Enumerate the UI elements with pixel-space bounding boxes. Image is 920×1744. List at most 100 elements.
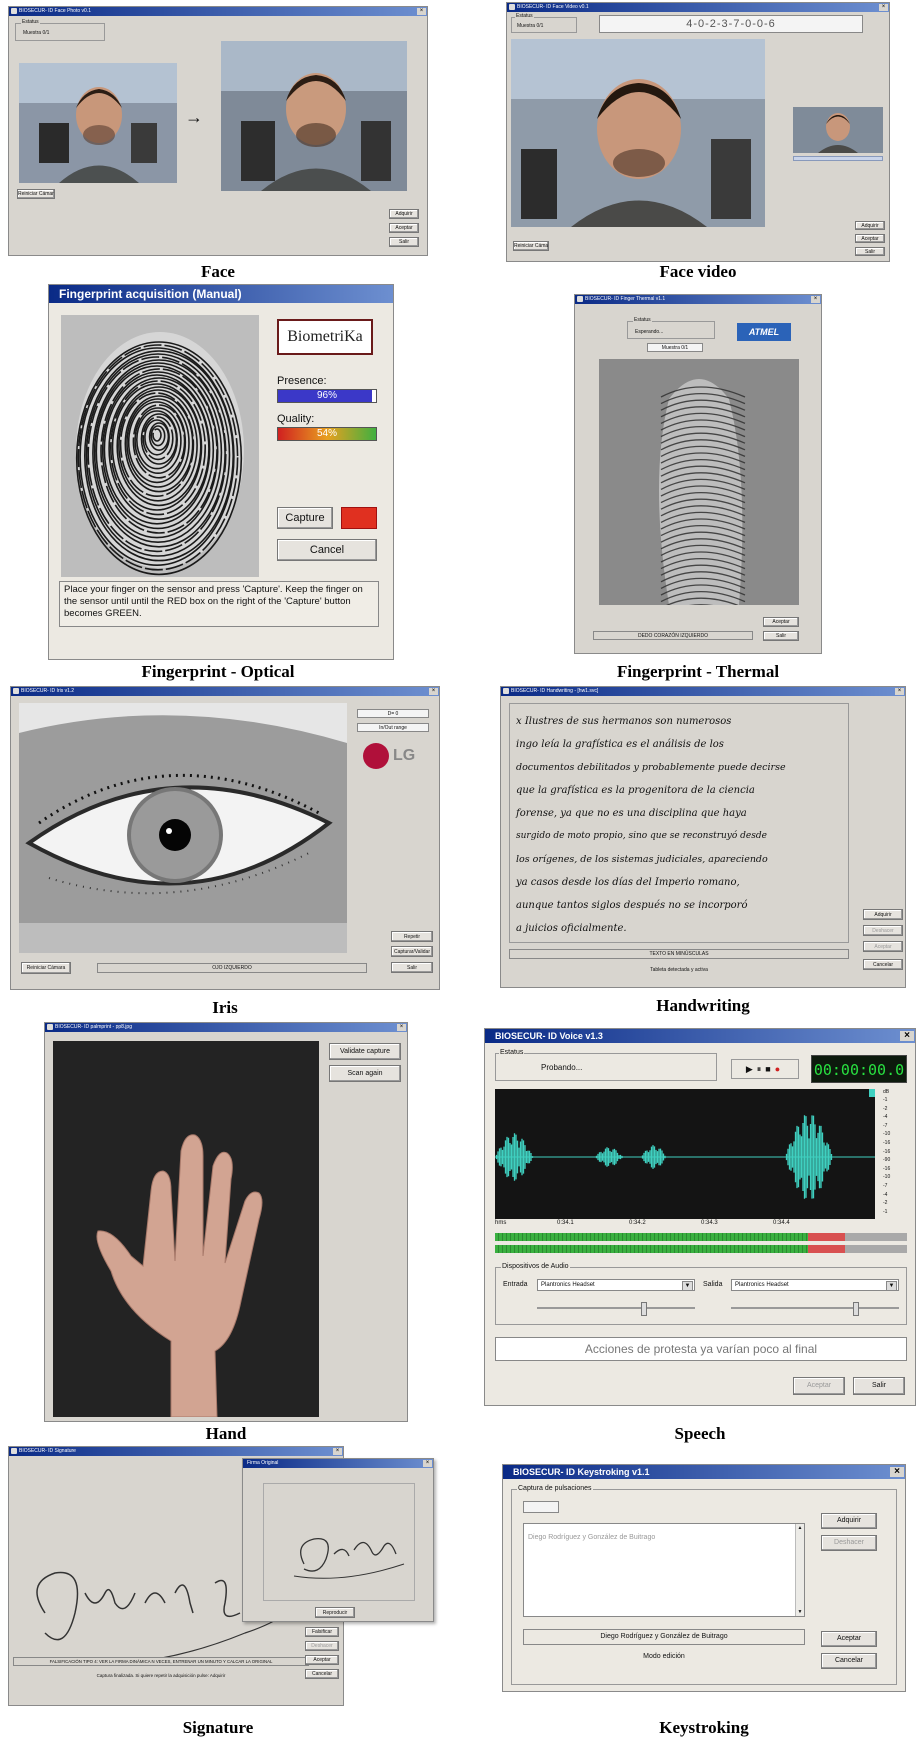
capture-status: Captura finalizada. Si quiere repetir la… xyxy=(96,1673,226,1678)
handwriting-panel: BIOSECUR- ID Handwriting - [hw1.svc] × x … xyxy=(500,686,906,988)
input-label: Entrada xyxy=(503,1281,528,1288)
close-icon[interactable]: × xyxy=(397,1024,406,1031)
db-tick-label: -10 xyxy=(883,1174,891,1181)
popup-titlebar: Firma Original × xyxy=(243,1459,433,1468)
window-title: BIOSECUR- ID Iris v1.2 xyxy=(21,688,75,694)
exit-button[interactable]: Salir xyxy=(389,237,419,247)
close-icon[interactable]: × xyxy=(811,296,820,303)
capture-button[interactable]: Capture xyxy=(277,507,333,529)
signature-panel: BIOSECUR- ID Signature × FALSIFICACIÓN TI… xyxy=(8,1446,438,1708)
handwriting-line: los orígenes, de los sistemas judiciales… xyxy=(516,854,768,865)
undo-button[interactable]: Deshacer xyxy=(305,1641,339,1651)
iris-window: BIOSECUR- ID Iris v1.2 × D= 0 In/Out rang… xyxy=(10,686,440,990)
scroll-down-icon[interactable]: ▼ xyxy=(796,1608,804,1616)
cancel-button[interactable]: Cancelar xyxy=(821,1653,877,1669)
exit-button[interactable]: Salir xyxy=(855,247,885,256)
close-icon[interactable]: × xyxy=(890,1467,904,1477)
close-icon[interactable]: × xyxy=(333,1448,342,1455)
close-icon[interactable]: × xyxy=(900,1031,914,1041)
close-icon[interactable]: × xyxy=(879,4,888,11)
cancel-button[interactable]: Cancel xyxy=(277,539,377,561)
undo-button[interactable]: Deshacer xyxy=(863,925,903,936)
quality-bar: 54% xyxy=(277,427,377,441)
hand-titlebar: BIOSECUR- ID palmprint - pp8.jpg × xyxy=(45,1023,407,1032)
acquire-button[interactable]: Adquirir xyxy=(863,909,903,920)
writing-area[interactable]: x Ilustres de sus hermanos son numerosos… xyxy=(509,703,849,943)
close-icon[interactable]: × xyxy=(423,1460,432,1467)
output-volume-slider[interactable] xyxy=(731,1302,899,1316)
thermal-fingerprint-image xyxy=(599,359,799,605)
restart-camera-button[interactable]: Reiniciar Cámara xyxy=(17,189,55,199)
app-icon xyxy=(577,296,583,302)
acquire-button[interactable]: Adquirir xyxy=(821,1513,877,1529)
app-icon xyxy=(503,688,509,694)
fp-optical-panel: Fingerprint acquisition (Manual) Biometr… xyxy=(48,284,394,660)
status-value: Muestra 0/1 xyxy=(517,23,544,29)
time-tick-label: 0:34.1 xyxy=(557,1220,574,1226)
slider-thumb[interactable] xyxy=(853,1302,859,1316)
exit-button[interactable]: Salir xyxy=(763,631,799,641)
caption-signature: Signature xyxy=(182,1718,254,1737)
signature-titlebar: BIOSECUR- ID Signature × xyxy=(9,1447,343,1456)
close-icon[interactable]: × xyxy=(895,688,904,695)
restart-camera-button[interactable]: Reiniciar Cámara xyxy=(513,241,549,251)
replay-button[interactable]: Reproducir xyxy=(315,1607,355,1618)
window-title: BIOSECUR- ID Face Photo v0.1 xyxy=(19,8,91,14)
handwriting-line: que la grafística es la progenitora de l… xyxy=(516,785,755,796)
app-icon xyxy=(47,1024,53,1030)
input-device-select[interactable]: Plantronics Headset ▼ xyxy=(537,1279,695,1291)
repeat-button[interactable]: Repetir xyxy=(391,931,433,942)
accept-button[interactable]: Aceptar xyxy=(305,1655,339,1665)
meter-red-fill xyxy=(808,1233,846,1241)
app-icon xyxy=(509,4,515,10)
slider-thumb[interactable] xyxy=(641,1302,647,1316)
chevron-down-icon[interactable]: ▼ xyxy=(886,1281,897,1290)
scan-again-button[interactable]: Scan again xyxy=(329,1065,401,1082)
forge-button[interactable]: Falsificar xyxy=(305,1627,339,1637)
capture-validate-button[interactable]: Capturar/Validar xyxy=(391,946,433,957)
typed-text-area[interactable]: Diego Rodríguez y González de Buitrago ▲… xyxy=(523,1523,805,1617)
time-tick-label: 0:34.4 xyxy=(773,1220,790,1226)
exit-button[interactable]: Salir xyxy=(391,962,433,973)
pause-icon[interactable]: ⏸ xyxy=(757,1064,766,1074)
acquire-button[interactable]: Adquirir xyxy=(855,221,885,230)
play-icon[interactable]: ▶ xyxy=(746,1064,757,1074)
caption-face-video: Face video xyxy=(659,262,737,281)
output-label: Salida xyxy=(703,1281,723,1288)
capture-group-label: Captura de pulsaciones xyxy=(517,1485,593,1492)
input-volume-slider[interactable] xyxy=(537,1302,695,1316)
key-indicator xyxy=(523,1501,559,1513)
accept-button[interactable]: Aceptar xyxy=(863,941,903,952)
undo-button[interactable]: Deshacer xyxy=(821,1535,877,1551)
stop-icon[interactable]: ■ xyxy=(765,1064,774,1074)
presence-bar: 96% xyxy=(277,389,377,403)
level-meter-1 xyxy=(495,1233,907,1241)
accept-button[interactable]: Aceptar xyxy=(821,1631,877,1647)
caption-face: Face xyxy=(201,262,235,281)
accept-button[interactable]: Aceptar xyxy=(763,617,799,627)
cancel-button[interactable]: Cancelar xyxy=(305,1669,339,1679)
caption-handwriting: Handwriting xyxy=(656,996,750,1015)
acquire-button[interactable]: Adquirir xyxy=(389,209,419,219)
status-value: Probando... xyxy=(541,1063,583,1072)
close-icon[interactable]: × xyxy=(429,688,438,695)
scroll-up-icon[interactable]: ▲ xyxy=(796,1524,804,1532)
validate-capture-button[interactable]: Validate capture xyxy=(329,1043,401,1060)
typed-text: Diego Rodríguez y González de Buitrago xyxy=(528,1534,656,1541)
timeline-slider[interactable] xyxy=(793,156,883,161)
meter-red-fill xyxy=(808,1245,846,1253)
window-title: Fingerprint acquisition (Manual) xyxy=(59,287,242,301)
keystroking-window: BIOSECUR- ID Keystroking v1.1 × Captura d… xyxy=(502,1464,906,1692)
exit-button[interactable]: Salir xyxy=(853,1377,905,1395)
restart-camera-button[interactable]: Reiniciar Cámara xyxy=(21,962,71,974)
output-device-select[interactable]: Plantronics Headset ▼ xyxy=(731,1279,899,1291)
mode-label: TEXTO EN MINÚSCULAS xyxy=(509,949,849,959)
chevron-down-icon[interactable]: ▼ xyxy=(682,1281,693,1290)
accept-button[interactable]: Aceptar xyxy=(855,234,885,243)
scrollbar[interactable]: ▲ ▼ xyxy=(795,1524,804,1616)
accept-button[interactable]: Aceptar xyxy=(793,1377,845,1395)
accept-button[interactable]: Aceptar xyxy=(389,223,419,233)
record-icon[interactable]: ● xyxy=(775,1064,784,1074)
close-icon[interactable]: × xyxy=(417,8,426,15)
cancel-button[interactable]: Cancelar xyxy=(863,959,903,970)
